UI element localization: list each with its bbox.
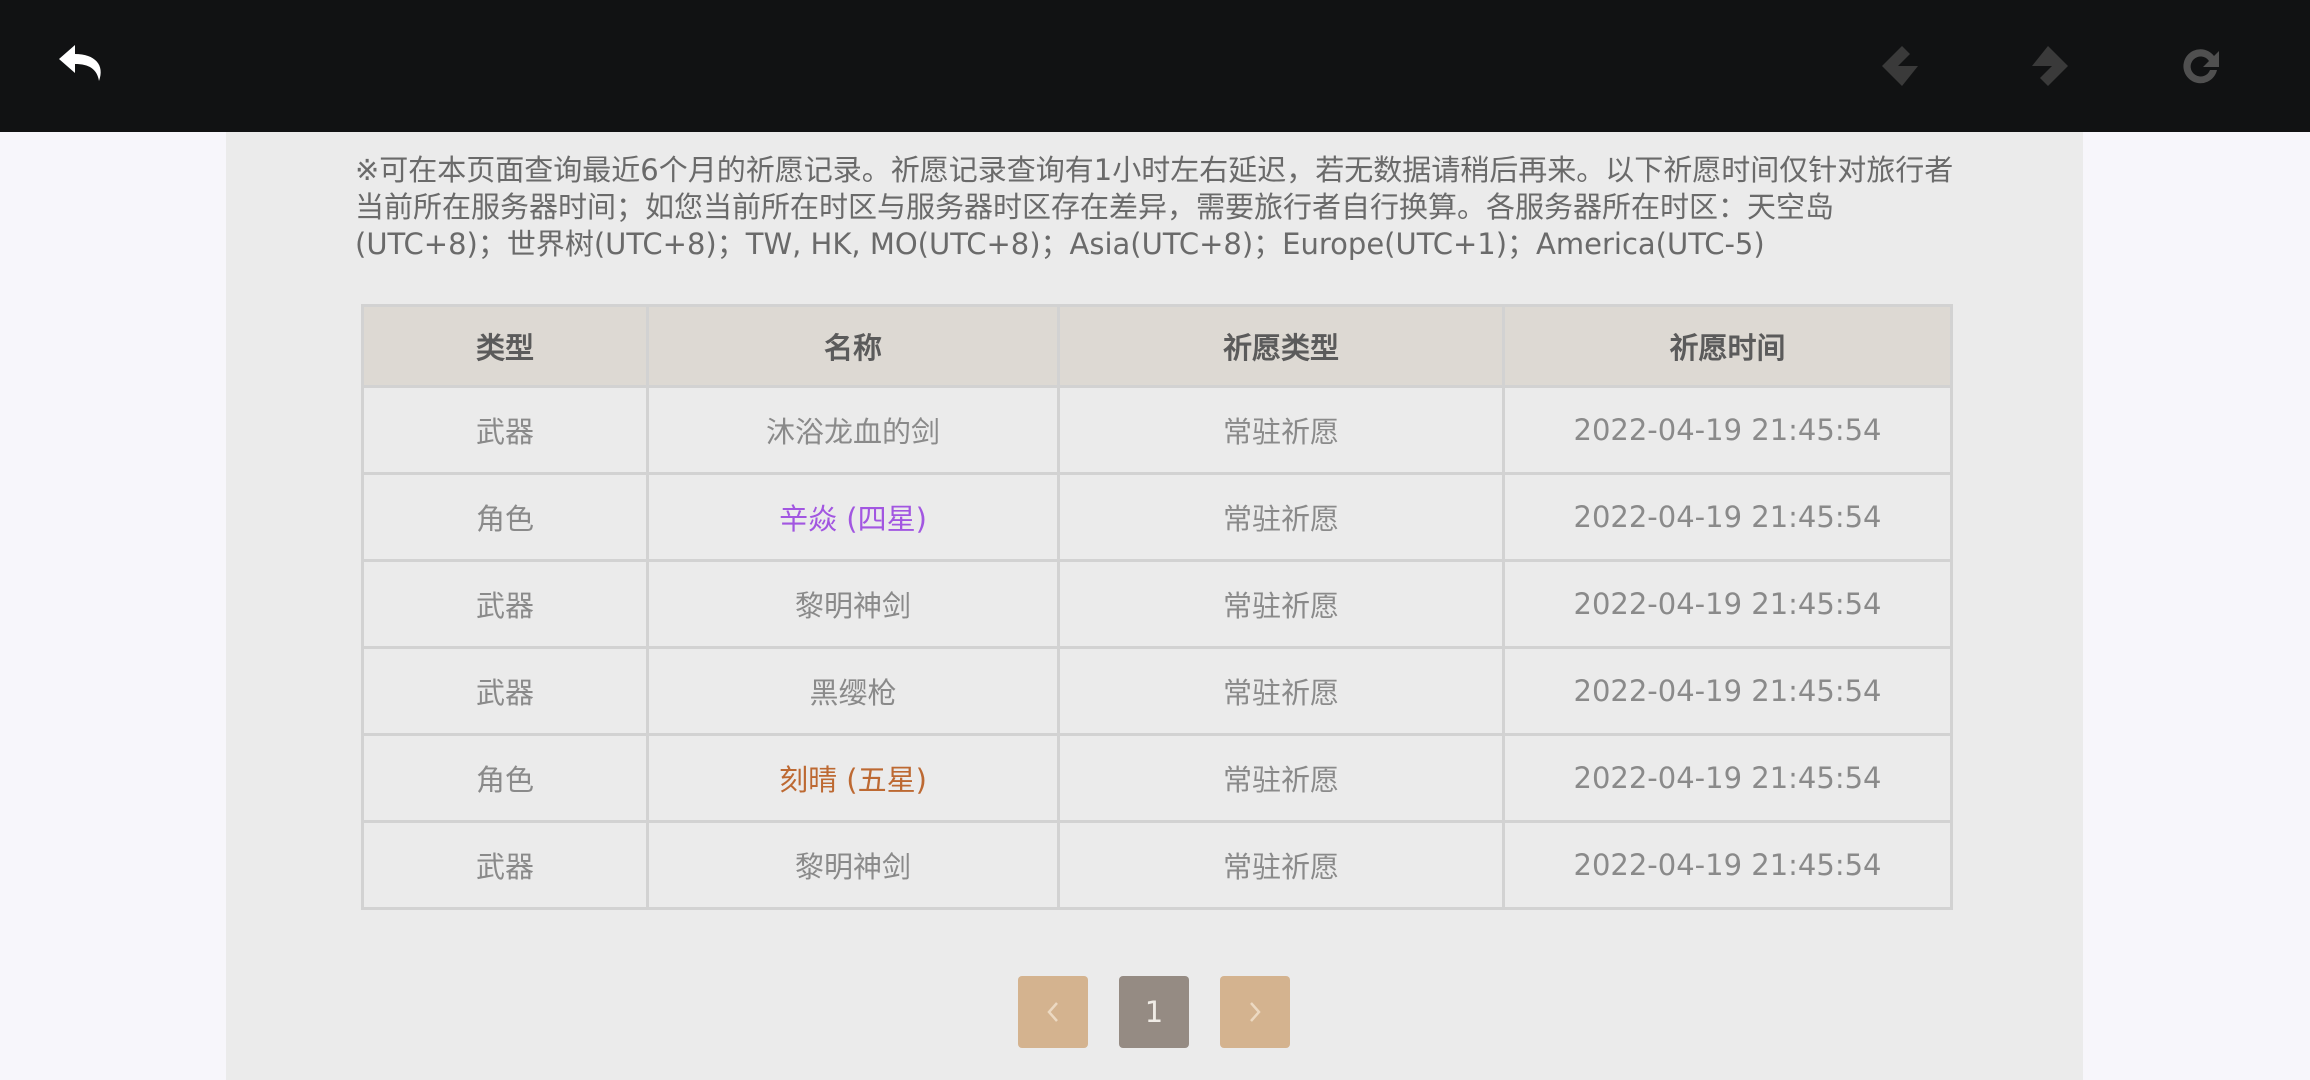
wish-records-table: 类型 名称 祈愿类型 祈愿时间 武器 沐浴龙血的剑 常驻祈愿 2022-04-1… <box>361 304 1953 910</box>
undo-arrow-icon[interactable] <box>47 32 119 100</box>
top-toolbar <box>0 0 2310 132</box>
table-row: 角色 刻晴 (五星) 常驻祈愿 2022-04-19 21:45:54 <box>361 733 1953 823</box>
header-type: 类型 <box>361 304 649 388</box>
back-diamond-icon[interactable] <box>1866 32 1938 100</box>
cell-type: 角色 <box>361 472 649 562</box>
cell-wish-type: 常驻祈愿 <box>1057 733 1505 823</box>
forward-diamond-icon[interactable] <box>2012 32 2084 100</box>
cell-type: 武器 <box>361 559 649 649</box>
cell-wish-type: 常驻祈愿 <box>1057 472 1505 562</box>
table-row: 武器 沐浴龙血的剑 常驻祈愿 2022-04-19 21:45:54 <box>361 385 1953 475</box>
header-name: 名称 <box>646 304 1060 388</box>
cell-wish-type: 常驻祈愿 <box>1057 646 1505 736</box>
cell-wish-time: 2022-04-19 21:45:54 <box>1502 559 1953 649</box>
cell-wish-time: 2022-04-19 21:45:54 <box>1502 733 1953 823</box>
prev-page-button[interactable] <box>1018 976 1088 1048</box>
next-page-button[interactable] <box>1220 976 1290 1048</box>
cell-wish-type: 常驻祈愿 <box>1057 820 1505 910</box>
cell-wish-time: 2022-04-19 21:45:54 <box>1502 820 1953 910</box>
header-wish-type: 祈愿类型 <box>1057 304 1505 388</box>
cell-wish-time: 2022-04-19 21:45:54 <box>1502 646 1953 736</box>
page-1-button[interactable]: 1 <box>1119 976 1189 1048</box>
table-header-row: 类型 名称 祈愿类型 祈愿时间 <box>361 304 1953 388</box>
cell-wish-time: 2022-04-19 21:45:54 <box>1502 472 1953 562</box>
page-number: 1 <box>1144 995 1164 1029</box>
cell-type: 武器 <box>361 646 649 736</box>
cell-wish-type: 常驻祈愿 <box>1057 385 1505 475</box>
notice-text: ※可在本页面查询最近6个月的祈愿记录。祈愿记录查询有1小时左右延迟，若无数据请稍… <box>355 153 1954 261</box>
cell-name: 刻晴 (五星) <box>646 733 1060 823</box>
table-row: 武器 黎明神剑 常驻祈愿 2022-04-19 21:45:54 <box>361 820 1953 910</box>
cell-type: 武器 <box>361 385 649 475</box>
cell-name: 辛焱 (四星) <box>646 472 1060 562</box>
cell-name: 沐浴龙血的剑 <box>646 385 1060 475</box>
table-row: 武器 黎明神剑 常驻祈愿 2022-04-19 21:45:54 <box>361 559 1953 649</box>
table-row: 角色 辛焱 (四星) 常驻祈愿 2022-04-19 21:45:54 <box>361 472 1953 562</box>
cell-name: 黎明神剑 <box>646 559 1060 649</box>
chevron-right-icon <box>1250 1002 1261 1022</box>
cell-type: 武器 <box>361 820 649 910</box>
chevron-left-icon <box>1047 1002 1058 1022</box>
header-wish-time: 祈愿时间 <box>1502 304 1953 388</box>
cell-wish-type: 常驻祈愿 <box>1057 559 1505 649</box>
reload-icon[interactable] <box>2164 32 2236 100</box>
cell-name: 黑缨枪 <box>646 646 1060 736</box>
cell-wish-time: 2022-04-19 21:45:54 <box>1502 385 1953 475</box>
cell-name: 黎明神剑 <box>646 820 1060 910</box>
cell-type: 角色 <box>361 733 649 823</box>
table-row: 武器 黑缨枪 常驻祈愿 2022-04-19 21:45:54 <box>361 646 1953 736</box>
wish-history-panel: ※可在本页面查询最近6个月的祈愿记录。祈愿记录查询有1小时左右延迟，若无数据请稍… <box>226 132 2083 1080</box>
